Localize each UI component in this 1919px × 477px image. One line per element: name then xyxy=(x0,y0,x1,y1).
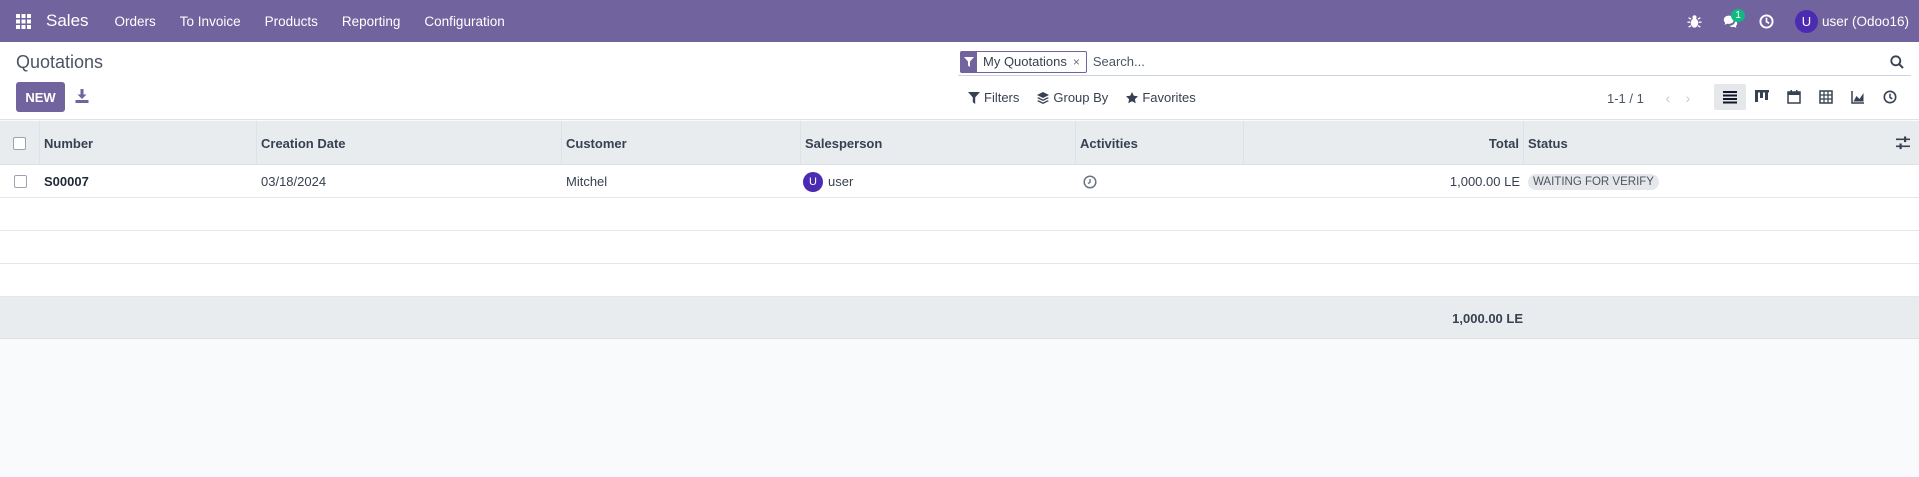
activity-clock-icon[interactable] xyxy=(1749,0,1785,42)
debug-bug-icon[interactable] xyxy=(1677,0,1713,42)
cell-salesperson: U user xyxy=(803,165,853,198)
new-button[interactable]: NEW xyxy=(16,82,65,112)
cell-number: S00007 xyxy=(44,174,89,189)
cell-creation-date: 03/18/2024 xyxy=(261,174,327,189)
group-by-label: Group By xyxy=(1053,90,1109,105)
table-footer: 1,000.00 LE xyxy=(0,297,1919,339)
pager: 1-1 / 1 ‹ › xyxy=(1607,90,1698,106)
facet-label: My Quotations xyxy=(983,54,1067,69)
empty-row xyxy=(0,231,1919,264)
select-all-cell xyxy=(0,121,40,165)
menu-reporting[interactable]: Reporting xyxy=(330,0,413,42)
column-status[interactable]: Status xyxy=(1524,121,1889,165)
pager-prev-icon[interactable]: ‹ xyxy=(1658,90,1678,106)
page-title[interactable]: Quotations xyxy=(16,52,103,73)
cell-status: WAITING FOR VERIFY xyxy=(1528,165,1659,198)
star-icon xyxy=(1126,91,1139,103)
graph-view-icon[interactable] xyxy=(1842,84,1874,110)
column-activities[interactable]: Activities xyxy=(1076,121,1244,165)
column-number[interactable]: Number xyxy=(40,121,257,165)
empty-row xyxy=(0,264,1919,297)
row-checkbox[interactable] xyxy=(13,175,27,188)
column-customer[interactable]: Customer xyxy=(562,121,801,165)
cell-activities xyxy=(1083,165,1097,198)
calendar-view-icon[interactable] xyxy=(1778,84,1810,110)
empty-row xyxy=(0,198,1919,231)
quotations-table: Number Creation Date Customer Salesperso… xyxy=(0,121,1919,339)
filters-label: Filters xyxy=(984,90,1020,105)
app-brand[interactable]: Sales xyxy=(46,11,89,31)
optional-columns-toggle-icon[interactable] xyxy=(1895,135,1911,151)
layers-icon xyxy=(1037,91,1050,104)
activity-clock-icon[interactable] xyxy=(1083,174,1097,189)
footer-total: 1,000.00 LE xyxy=(1452,310,1523,326)
favorites-label: Favorites xyxy=(1142,90,1196,105)
download-icon[interactable] xyxy=(74,88,90,104)
salesperson-avatar: U xyxy=(803,171,823,192)
menu-to-invoice[interactable]: To Invoice xyxy=(168,0,253,42)
pivot-view-icon[interactable] xyxy=(1810,84,1842,110)
search-options: Filters Group By Favorites xyxy=(968,90,1196,105)
control-panel: Quotations NEW My Quotations × Filters G… xyxy=(0,42,1919,120)
top-navbar: Sales Orders To Invoice Products Reporti… xyxy=(0,0,1919,42)
search-input[interactable] xyxy=(1092,54,1883,69)
apps-menu-icon[interactable] xyxy=(0,0,46,42)
salesperson-name: user xyxy=(828,174,854,189)
cell-total: 1,000.00 LE xyxy=(1449,174,1520,189)
favorites-button[interactable]: Favorites xyxy=(1126,90,1196,105)
pager-value[interactable]: 1-1 / 1 xyxy=(1607,91,1644,106)
column-salesperson[interactable]: Salesperson xyxy=(801,121,1076,165)
column-creation-date[interactable]: Creation Date xyxy=(257,121,562,165)
search-bar: My Quotations × xyxy=(958,48,1911,76)
pager-next-icon[interactable]: › xyxy=(1678,90,1698,106)
column-total[interactable]: Total xyxy=(1244,121,1524,165)
list-view-icon[interactable] xyxy=(1714,84,1746,110)
table-row[interactable]: S00007 03/18/2024 Mitchel U user 1,000.0… xyxy=(0,165,1919,198)
filters-button[interactable]: Filters xyxy=(968,90,1019,105)
group-by-button[interactable]: Group By xyxy=(1037,90,1108,105)
user-menu[interactable]: U user (Odoo16) xyxy=(1785,0,1919,42)
menu-orders[interactable]: Orders xyxy=(103,0,168,42)
facet-remove-icon[interactable]: × xyxy=(1073,55,1086,69)
messages-chat-icon[interactable]: 1 xyxy=(1713,0,1749,42)
row-select-cell xyxy=(0,165,40,198)
user-name: user (Odoo16) xyxy=(1821,13,1909,29)
view-switcher xyxy=(1714,84,1906,110)
table-header: Number Creation Date Customer Salesperso… xyxy=(0,121,1919,165)
menu-products[interactable]: Products xyxy=(253,0,330,42)
search-icon[interactable] xyxy=(1883,48,1911,76)
activity-view-icon[interactable] xyxy=(1874,84,1906,110)
search-facet: My Quotations × xyxy=(960,50,1087,73)
filter-funnel-icon xyxy=(961,50,977,73)
select-all-checkbox[interactable] xyxy=(13,136,26,150)
kanban-view-icon[interactable] xyxy=(1746,84,1778,110)
status-badge: WAITING FOR VERIFY xyxy=(1528,173,1659,190)
filter-icon xyxy=(968,91,980,104)
menu-configuration[interactable]: Configuration xyxy=(412,0,516,42)
messages-count-badge: 1 xyxy=(1731,9,1745,22)
user-avatar: U xyxy=(1794,9,1818,33)
cell-customer: Mitchel xyxy=(566,174,608,189)
